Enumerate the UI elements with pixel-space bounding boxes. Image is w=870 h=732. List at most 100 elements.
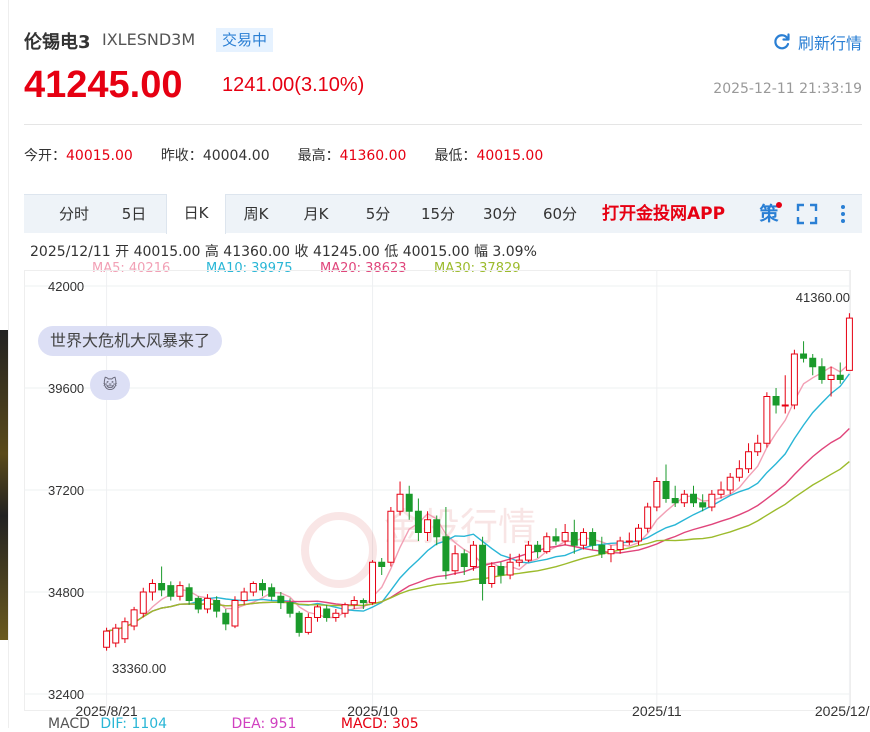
tab-intraday[interactable]: 分时	[52, 195, 96, 233]
tab-weekly-k[interactable]: 周K	[236, 195, 276, 233]
candle-body	[304, 617, 312, 633]
candle-body	[231, 600, 239, 627]
candle-body	[836, 374, 844, 380]
candle-body	[534, 544, 542, 553]
candle-body	[405, 493, 413, 512]
candle-body	[845, 317, 853, 371]
candle-body	[690, 493, 697, 504]
candle-body	[635, 527, 642, 542]
ohlc-summary: 2025/12/11 开 40015.00 高 41360.00 收 41245…	[30, 244, 537, 260]
instrument-code: IXLESND3M	[102, 30, 196, 49]
candle-body	[249, 583, 257, 593]
tab-monthly-k[interactable]: 月K	[296, 195, 336, 233]
prev-close-value: 40004.00	[202, 148, 270, 164]
candle-body	[598, 544, 606, 555]
candle-body	[295, 612, 303, 633]
notification-dot	[776, 202, 782, 208]
watermark-logo	[301, 512, 377, 588]
candle-body	[699, 502, 707, 508]
open-app-link[interactable]: 打开金投网APP	[602, 195, 725, 233]
more-icon[interactable]	[832, 203, 854, 225]
prev-close-label: 昨收：	[160, 148, 203, 164]
candle-body	[680, 493, 688, 504]
y-tick-label: 39600	[48, 381, 84, 396]
refresh-button[interactable]: 刷新行情	[772, 30, 862, 54]
candle-body	[708, 493, 716, 508]
status-badge: 交易中	[216, 28, 274, 52]
candle-body	[176, 585, 184, 597]
candle-body	[469, 544, 477, 567]
candle-body	[167, 585, 175, 597]
candle-body	[414, 510, 422, 533]
max-price-label: 41360.00	[796, 290, 850, 305]
candle-body	[497, 566, 505, 576]
high-stat: 最高：41360.00	[298, 145, 407, 165]
quote-timestamp: 2025-12-11 21:33:19	[713, 81, 862, 97]
candlesticks	[103, 313, 853, 651]
candle-body	[213, 600, 221, 612]
open-label: 今开：	[24, 148, 66, 164]
emoji-icon[interactable]: 😺	[90, 370, 130, 400]
candle-body	[268, 587, 276, 597]
candle-body	[745, 451, 753, 470]
candle-body	[460, 553, 468, 567]
macd-value: MACD: 305	[340, 716, 419, 732]
price-change: 1241.00(3.10%)	[222, 74, 365, 96]
y-tick-label: 34800	[48, 585, 84, 600]
macd-dif: DIF: 1104	[100, 716, 168, 732]
candle-body	[451, 553, 459, 572]
moving-average-lines	[106, 363, 850, 632]
candle-body	[259, 583, 266, 591]
refresh-label: 刷新行情	[797, 34, 862, 53]
open-stat: 今开：40015.00	[24, 145, 133, 165]
candle-body	[139, 591, 147, 614]
instrument-name: 伦锡电3	[24, 32, 91, 53]
candle-body	[607, 549, 615, 555]
candle-body	[369, 561, 377, 604]
candle-body	[378, 561, 386, 567]
candle-body	[717, 489, 725, 495]
low-value: 40015.00	[476, 148, 544, 164]
tab-30min[interactable]: 30分	[478, 195, 522, 233]
candle-body	[323, 608, 331, 618]
candle-body	[387, 510, 395, 563]
candle-body	[662, 481, 670, 499]
tab-15min[interactable]: 15分	[416, 195, 460, 233]
candle-body	[543, 536, 551, 553]
candle-body	[359, 600, 367, 604]
period-tabs: 分时 5日 日K 周K 月K 5分 15分 30分 60分 打开金投网APP 策	[24, 194, 862, 234]
tab-60min[interactable]: 60分	[538, 195, 582, 233]
high-label: 最高：	[297, 148, 340, 164]
candle-body	[570, 532, 578, 546]
candle-body	[763, 396, 771, 444]
tab-5day[interactable]: 5日	[114, 195, 154, 233]
candle-body	[314, 606, 321, 618]
candle-body	[222, 612, 230, 625]
candle-body	[442, 536, 450, 572]
y-tick-label: 32400	[48, 687, 84, 702]
tab-daily-k[interactable]: 日K	[166, 194, 226, 234]
candle-body	[277, 595, 285, 604]
strategy-icon[interactable]: 策	[758, 202, 782, 225]
candle-body	[616, 540, 624, 550]
candle-body	[158, 583, 166, 591]
candle-body	[396, 493, 404, 512]
candle-body	[552, 536, 560, 542]
candle-body	[130, 609, 138, 627]
macd-line: MACD DIF: 1104 DEA: 951 MACD: 305	[48, 716, 419, 732]
candle-body	[754, 442, 762, 453]
candle-body	[112, 627, 120, 644]
candle-body	[433, 519, 441, 538]
tab-5min[interactable]: 5分	[358, 195, 398, 233]
candle-body	[194, 597, 202, 610]
candle-body	[240, 591, 248, 601]
candle-body	[332, 612, 340, 618]
candle-body	[561, 532, 569, 542]
fullscreen-icon[interactable]	[796, 203, 818, 225]
candle-body	[350, 600, 358, 606]
high-value: 41360.00	[339, 148, 407, 164]
macd-label: MACD	[48, 716, 90, 732]
danmaku-pill[interactable]: 世界大危机大风暴来了	[38, 326, 223, 356]
candle-body	[424, 519, 432, 533]
candle-body	[589, 532, 597, 546]
